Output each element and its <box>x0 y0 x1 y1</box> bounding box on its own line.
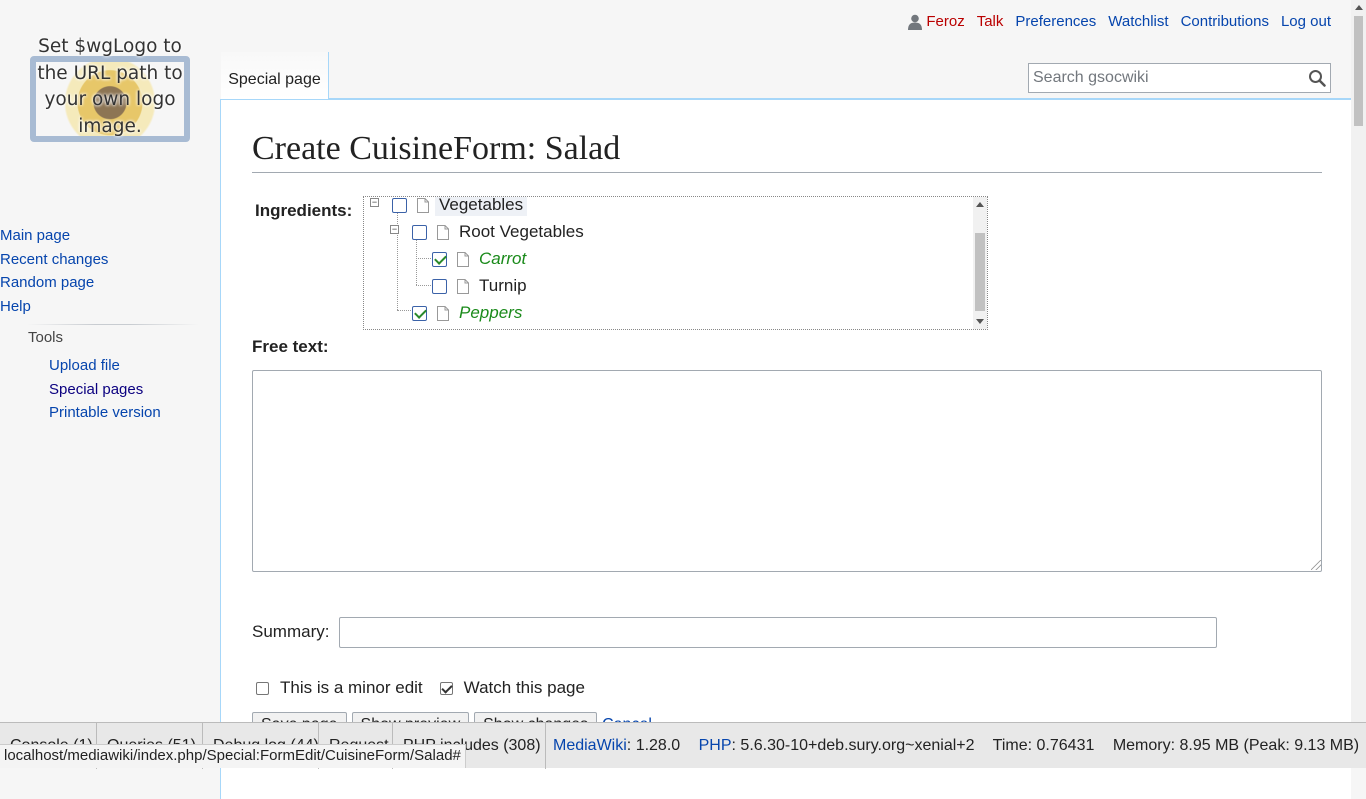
free-text-label: Free text: <box>252 337 329 356</box>
personal-tools: Feroz Talk Preferences Watchlist Contrib… <box>908 13 1331 30</box>
tree-connector <box>416 258 431 259</box>
tree-node-peppers: Peppers <box>412 302 522 324</box>
page-icon <box>417 197 429 213</box>
scroll-thumb[interactable] <box>975 233 985 311</box>
user-page-link[interactable]: Feroz <box>926 13 964 30</box>
tree-connector <box>416 285 431 286</box>
browser-status-url: localhost/mediawiki/index.php/Special:Fo… <box>0 744 466 768</box>
page-title: Create CuisineForm: Salad <box>252 128 1322 173</box>
tree-label[interactable]: Root Vegetables <box>459 221 584 243</box>
tree-label[interactable]: Carrot <box>479 248 526 270</box>
minor-edit-label[interactable]: This is a minor edit <box>280 678 423 698</box>
sidebar-item-recent-changes[interactable]: Recent changes <box>0 251 108 268</box>
mediawiki-version: : 1.28.0 <box>626 737 681 754</box>
tree-label[interactable]: Peppers <box>459 302 522 324</box>
sidebar-tools: Upload file Special pages Printable vers… <box>49 354 161 425</box>
php-version: : 5.6.30-10+deb.sury.org~xenial+2 <box>731 737 975 754</box>
page-icon <box>457 278 469 294</box>
search-box <box>1028 63 1331 93</box>
preferences-link[interactable]: Preferences <box>1015 13 1096 30</box>
ingredients-label: Ingredients: <box>255 201 353 220</box>
watch-page-checkbox[interactable] <box>439 681 453 695</box>
user-icon <box>908 14 923 30</box>
checkbox-peppers[interactable] <box>412 305 427 321</box>
tools-heading[interactable]: Tools <box>28 329 63 346</box>
free-text-area[interactable] <box>252 370 1322 572</box>
php-link[interactable]: PHP <box>699 737 732 754</box>
search-input[interactable] <box>1029 64 1299 92</box>
sidebar-navigation: Main page Recent changes Random page Hel… <box>0 224 220 318</box>
sidebar-item-main-page[interactable]: Main page <box>0 227 70 244</box>
tree-node-vegetables: Vegetables <box>392 197 528 216</box>
search-icon[interactable] <box>1308 69 1326 87</box>
debug-info: MediaWiki: 1.28.0 PHP: 5.6.30-10+deb.sur… <box>553 737 1359 755</box>
checkbox-turnip[interactable] <box>432 278 447 294</box>
summary-label: Summary: <box>252 622 330 641</box>
content-area: Create CuisineForm: Salad Ingredients: −… <box>220 99 1351 799</box>
tree-label[interactable]: Vegetables <box>435 197 528 216</box>
sidebar-divider <box>27 324 199 325</box>
collapse-toggle[interactable]: − <box>390 225 399 234</box>
collapse-toggle[interactable]: − <box>370 198 379 207</box>
edit-options: This is a minor edit Watch this page <box>256 678 585 698</box>
sidebar-item-special-pages[interactable]: Special pages <box>49 381 143 398</box>
tab-special-page[interactable]: Special page <box>221 52 329 99</box>
watchlist-link[interactable]: Watchlist <box>1108 13 1168 30</box>
scroll-up-arrow-icon[interactable] <box>976 202 984 207</box>
tree-label[interactable]: Turnip <box>479 275 527 297</box>
tree-scrollbar[interactable] <box>973 197 987 329</box>
minor-edit-checkbox[interactable] <box>256 681 269 695</box>
sidebar-item-help[interactable]: Help <box>0 298 31 315</box>
checkbox-root-vegetables[interactable] <box>412 224 427 240</box>
watch-page-label[interactable]: Watch this page <box>464 678 585 698</box>
mediawiki-link[interactable]: MediaWiki <box>553 737 627 754</box>
tree-connector <box>397 310 411 311</box>
page-icon <box>437 224 449 240</box>
sidebar: Main page Recent changes Random page Hel… <box>0 224 220 421</box>
tree-node-root-vegetables: Root Vegetables <box>412 221 584 243</box>
logout-link[interactable]: Log out <box>1281 13 1331 30</box>
ingredients-tree: − Vegetables − Root Vegetables Carrot Tu… <box>363 196 988 330</box>
scroll-down-arrow-icon[interactable] <box>976 319 984 324</box>
debug-time: Time: 0.76431 <box>992 737 1095 754</box>
scroll-up-arrow-icon[interactable] <box>1355 5 1363 10</box>
page-icon <box>457 251 469 267</box>
page-scroll-thumb[interactable] <box>1354 16 1363 126</box>
debug-memory: Memory: 8.95 MB (Peak: 9.13 MB) <box>1112 737 1360 754</box>
contributions-link[interactable]: Contributions <box>1181 13 1269 30</box>
page-icon <box>437 305 449 321</box>
tree-node-turnip: Turnip <box>432 275 527 297</box>
page-scrollbar[interactable] <box>1351 0 1366 768</box>
tree-node-carrot: Carrot <box>432 248 526 270</box>
logo-text: Set $wgLogo to the URL path to your own … <box>37 36 183 137</box>
summary-input[interactable] <box>339 617 1217 648</box>
site-logo[interactable]: Set $wgLogo to the URL path to your own … <box>24 34 196 174</box>
checkbox-vegetables[interactable] <box>392 197 407 213</box>
sidebar-item-upload-file[interactable]: Upload file <box>49 357 120 374</box>
checkbox-carrot[interactable] <box>432 251 447 267</box>
sidebar-item-random-page[interactable]: Random page <box>0 274 94 291</box>
sidebar-item-printable-version[interactable]: Printable version <box>49 404 161 421</box>
talk-link[interactable]: Talk <box>977 13 1004 30</box>
resize-handle[interactable] <box>1311 560 1321 570</box>
